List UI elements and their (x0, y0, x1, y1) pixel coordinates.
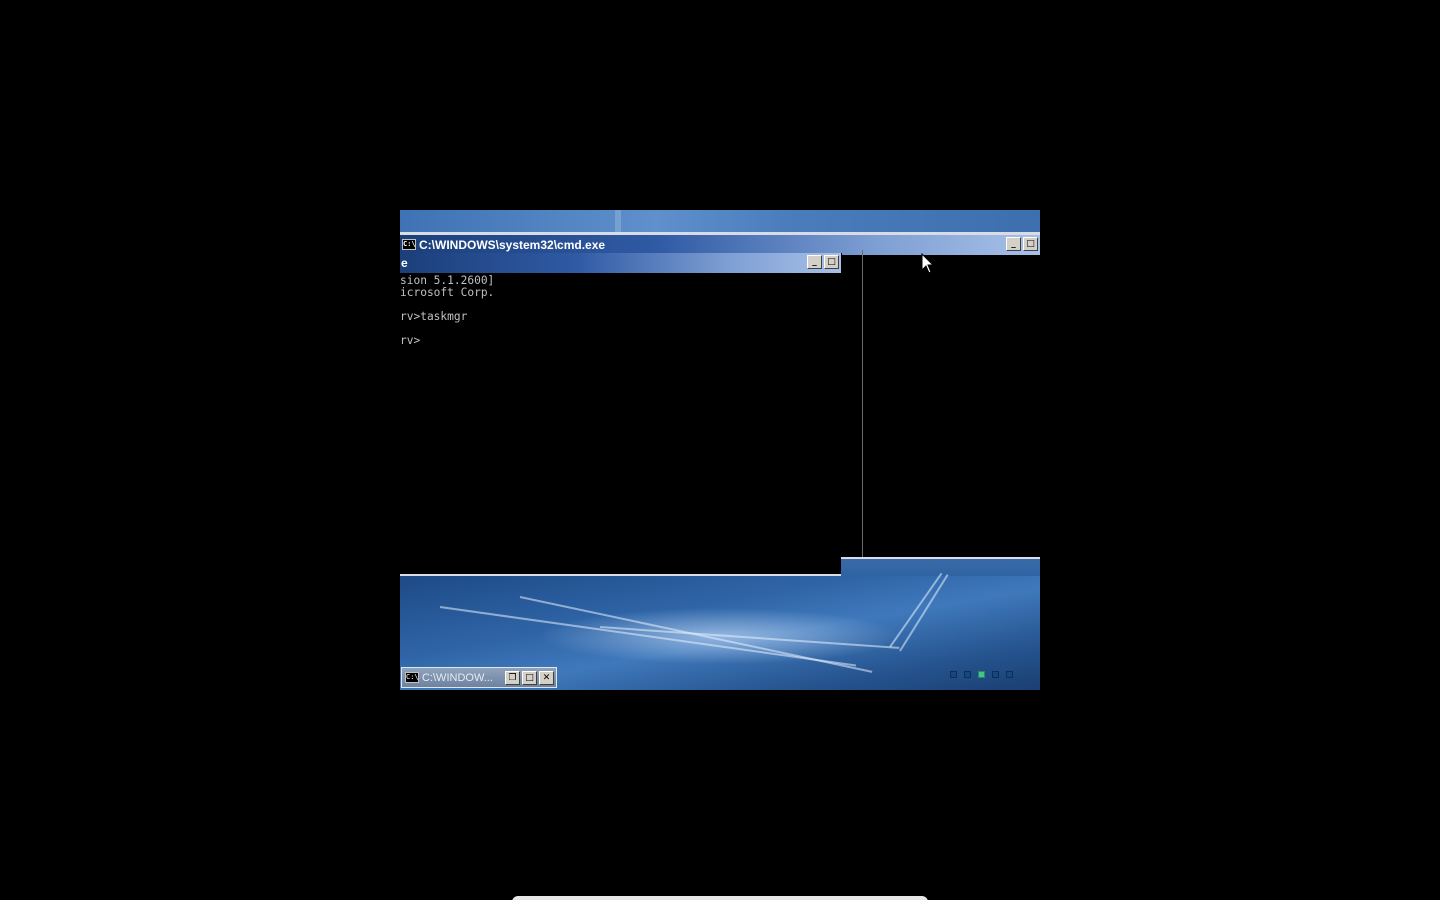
window-border-line (862, 250, 863, 562)
taskbar-button-cmd[interactable]: C:\ C:\WINDOW... ❐ □ ✕ (401, 667, 557, 688)
console-output[interactable]: sion 5.1.2600] icrosoft Corp. rv>taskmgr… (400, 275, 494, 347)
cmd-window-front-titlebar[interactable]: e _ □ (400, 253, 841, 273)
maximize-button[interactable]: □ (1023, 237, 1038, 251)
tray-indicator-icon (992, 671, 999, 678)
maximize-button[interactable]: □ (824, 255, 839, 269)
console-icon: C:\ (405, 672, 419, 683)
cmd-window-front[interactable]: e _ □ sion 5.1.2600] icrosoft Corp. rv>t… (400, 253, 842, 579)
tray-indicator-icon (978, 671, 985, 678)
window-controls: _ □ (807, 255, 839, 271)
console-icon: C:\ (402, 239, 416, 250)
wallpaper-swoosh (899, 574, 949, 652)
wallpaper-swoosh (439, 606, 857, 667)
tray-indicators (950, 671, 1013, 678)
minimize-button[interactable]: _ (807, 255, 822, 269)
taskbar-button-label: C:\WINDOW... (422, 671, 493, 684)
close-button[interactable]: ✕ (539, 670, 554, 685)
maximize-button[interactable]: □ (522, 670, 537, 685)
host-screen: C:\ C:\WINDOWS\system32\cmd.exe _ □ e _ □… (0, 0, 1440, 900)
wallpaper-swoosh (889, 572, 943, 648)
host-home-indicator[interactable] (512, 896, 928, 900)
window-title: e (401, 256, 408, 270)
wallpaper-streak (615, 210, 621, 232)
wallpaper-strip (400, 210, 1040, 232)
window-controls: _ □ (1006, 237, 1038, 253)
mouse-cursor-icon (921, 253, 935, 274)
cmd-window-back-titlebar[interactable]: C:\ C:\WINDOWS\system32\cmd.exe _ □ (400, 235, 1040, 255)
tray-indicator-icon (964, 671, 971, 678)
remote-desktop-viewport[interactable]: C:\ C:\WINDOWS\system32\cmd.exe _ □ e _ □… (400, 210, 1040, 690)
restore-button[interactable]: ❐ (505, 670, 520, 685)
tray-indicator-icon (950, 671, 957, 678)
window-title: C:\WINDOWS\system32\cmd.exe (419, 238, 606, 252)
tray-indicator-icon (1006, 671, 1013, 678)
minimize-button[interactable]: _ (1006, 237, 1021, 251)
